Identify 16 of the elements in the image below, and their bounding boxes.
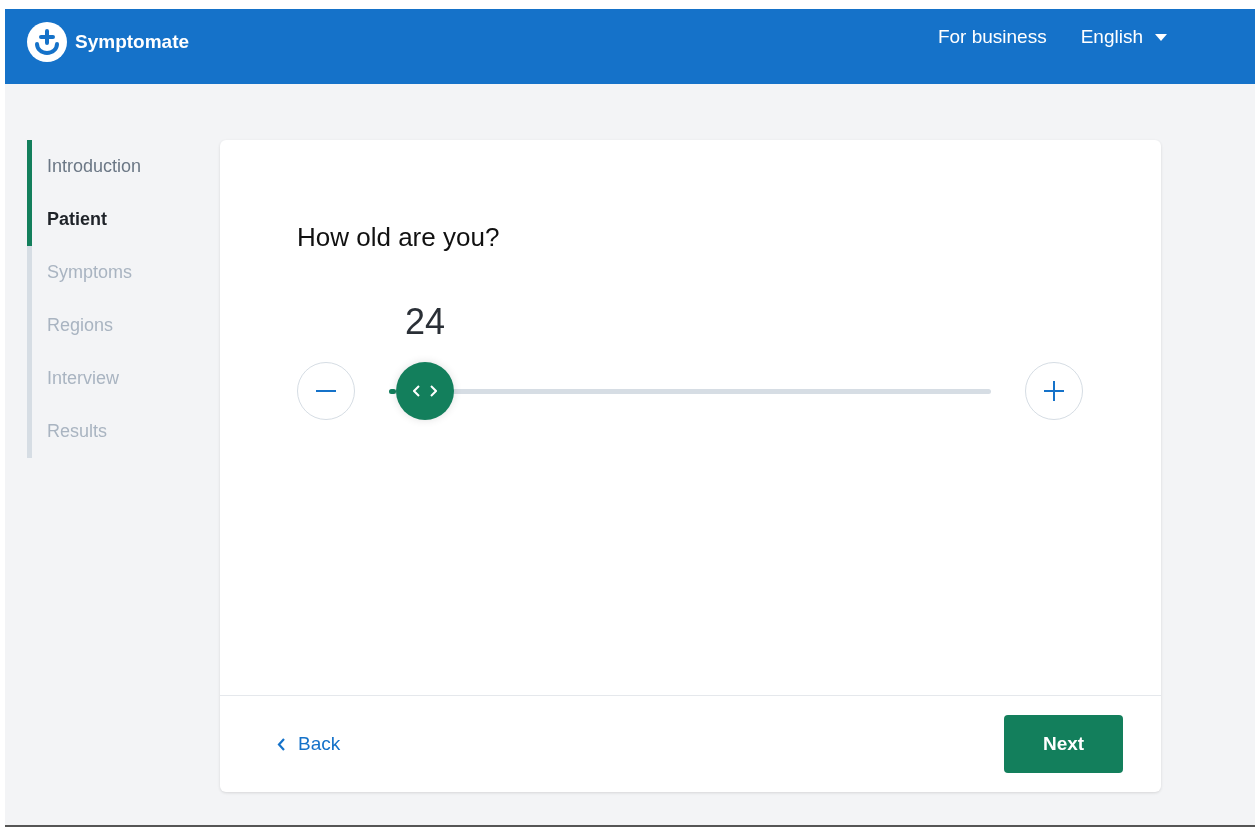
chevron-left-icon: [277, 737, 285, 751]
plus-icon: [1044, 381, 1064, 401]
language-selector[interactable]: English: [1080, 26, 1167, 48]
nav-link[interactable]: For business: [937, 26, 1047, 48]
logo-icon: [27, 22, 67, 62]
step-link[interactable]: Introduction: [47, 156, 142, 176]
question-title: How old are you?: [297, 222, 501, 253]
arrows-icon: [413, 385, 438, 397]
slider-thumb[interactable]: [396, 362, 455, 420]
back-button[interactable]: Back: [277, 733, 341, 755]
minus-icon: [316, 390, 336, 392]
step-link[interactable]: Patient: [47, 209, 107, 229]
slider-value: 24: [404, 301, 447, 343]
next-button[interactable]: Next: [1004, 715, 1123, 773]
brand-name: Symptomate: [75, 31, 190, 53]
caret-icon: [1155, 33, 1167, 41]
